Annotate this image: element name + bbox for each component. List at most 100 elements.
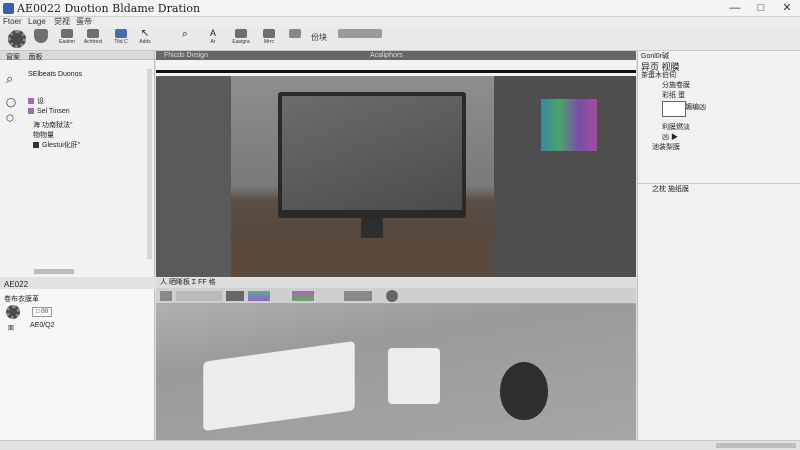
- window-title: AE0022 Duotion Bldame Dration: [17, 2, 201, 15]
- mode-buttons[interactable]: [336, 29, 384, 49]
- circle-icon[interactable]: ◯: [6, 97, 18, 109]
- shield-button[interactable]: [28, 29, 54, 49]
- toolbar: Eadem Achtrest Titd C ↖ Adds ⌕ A Ar Eastgr…: [0, 27, 800, 51]
- ruler-divider: [156, 70, 636, 73]
- value-label: AE0/Q2: [30, 322, 55, 329]
- search-icon[interactable]: ⌕: [6, 71, 24, 89]
- tab-preview[interactable]: 人 晒晰板 Σ FF 格: [160, 278, 216, 288]
- project-panel: 窗案 面板 ⌕ ◯ ⬡ SElbeats Duonos 设 Sel Tinsen…: [0, 51, 155, 277]
- tool-label: Titd C: [114, 39, 128, 45]
- tool-label: Ar: [210, 39, 216, 45]
- grid-icon: [289, 29, 301, 38]
- vertical-scrollbar[interactable]: [147, 69, 152, 259]
- list-item[interactable]: 物物量: [33, 131, 54, 140]
- search-button[interactable]: ⌕: [172, 29, 198, 49]
- toggle-control[interactable]: □ 00: [32, 307, 52, 317]
- frame-button[interactable]: [226, 291, 244, 301]
- preview-toolbar: [156, 288, 636, 304]
- tree-item[interactable]: 利膜燃淡: [662, 123, 690, 132]
- tool-button[interactable]: Eadem: [54, 29, 80, 49]
- gear-button[interactable]: [4, 29, 30, 49]
- panel-tabs: 窗案 面板: [0, 51, 154, 61]
- tool-label: Adds: [139, 39, 151, 45]
- tool-button[interactable]: Eastgra: [228, 29, 254, 49]
- image-icon: [235, 29, 247, 38]
- cursor-icon: ↖: [140, 28, 150, 39]
- tree-item[interactable]: 之枕 施纸膜: [652, 185, 689, 194]
- preview-tabs: 人 晒晰板 Σ FF 格: [156, 278, 636, 288]
- list-item[interactable]: SElbeats Duonos: [28, 70, 82, 79]
- scene-keyboard: [203, 340, 355, 432]
- effects-panel: AE022 卷布衣膜革 □ 00 面 AE0/Q2: [0, 278, 155, 450]
- tool-button[interactable]: A Ar: [200, 29, 226, 49]
- viewer-tabs: Fhicds Dvsign Acaliphors: [156, 51, 636, 60]
- film-icon: [87, 29, 99, 38]
- layer-panel: [156, 76, 231, 277]
- caption-label: 面: [8, 326, 15, 332]
- color-swatches[interactable]: [541, 99, 597, 151]
- close-button[interactable]: ✕: [776, 1, 798, 15]
- gear-icon[interactable]: [6, 305, 20, 319]
- mode-icon: [338, 29, 382, 38]
- list-item[interactable]: 设: [28, 97, 44, 106]
- tab-window[interactable]: 窗案: [6, 54, 20, 61]
- menu-bar: Ftoer Lage 觉视 蛋帝: [0, 17, 800, 27]
- tree-item[interactable]: 分施卷膜: [662, 81, 690, 90]
- menu-item[interactable]: 觉视: [54, 17, 70, 27]
- maximize-button[interactable]: □: [750, 1, 772, 15]
- color-button[interactable]: [292, 291, 314, 301]
- text-icon: A: [209, 28, 216, 38]
- menu-item[interactable]: Lage: [28, 17, 46, 27]
- range-slider[interactable]: [176, 291, 222, 301]
- folder-icon: [33, 142, 39, 149]
- viewer-panel: Fhicds Dvsign Acaliphors: [156, 51, 636, 277]
- horizontal-scrollbar[interactable]: [34, 269, 74, 274]
- list-item[interactable]: 海 功南狱法": [33, 121, 72, 130]
- color-swatch-icon: [28, 98, 34, 105]
- tree-item[interactable]: 彩纸 蛋: [662, 91, 685, 100]
- title-bar: AE0022 Duotion Bldame Dration — □ ✕: [0, 0, 800, 17]
- zoom-field[interactable]: [344, 291, 372, 301]
- divider: [638, 183, 800, 184]
- tool-button[interactable]: Mrrc: [256, 29, 282, 49]
- tool-label: Mrrc: [264, 39, 274, 45]
- scene-numpad: [388, 348, 440, 404]
- zoom-slider[interactable]: [716, 443, 796, 448]
- tool-label: 份块: [311, 33, 327, 42]
- refresh-icon[interactable]: [386, 290, 398, 302]
- layers-icon: [263, 29, 275, 38]
- image-icon[interactable]: [160, 291, 172, 301]
- tool-button[interactable]: ↖ Adds: [132, 29, 158, 49]
- properties-panel: Gonl0r碱 异页 视膜 茶蛋木伯伺 分施卷膜 彩纸 蛋 砸媚编凶 利膜燃淡 …: [637, 51, 800, 440]
- color-button[interactable]: [248, 291, 270, 301]
- tool-label: Eadem: [59, 39, 75, 45]
- tool-button[interactable]: Titd C: [108, 29, 134, 49]
- tool-button[interactable]: Achtrest: [80, 29, 106, 49]
- tool-button[interactable]: 份块: [306, 29, 332, 49]
- tool-label: Eastgra: [232, 39, 250, 45]
- monitor-stand: [361, 218, 383, 238]
- list-item[interactable]: Glestui化肝": [33, 141, 80, 150]
- menu-item[interactable]: 蛋帝: [76, 17, 92, 27]
- preview-thumbnail[interactable]: [662, 101, 686, 117]
- search-icon: ⌕: [181, 28, 189, 40]
- shape-icon[interactable]: ⬡: [6, 113, 18, 125]
- tree-item[interactable]: 池装梨膜: [652, 143, 680, 152]
- list-item[interactable]: Sel Tinsen: [28, 107, 70, 116]
- tab-panel[interactable]: 面板: [29, 54, 43, 61]
- monitor-screen: [282, 96, 462, 210]
- tree-item[interactable]: 凶 ▶: [662, 133, 678, 142]
- minimize-button[interactable]: —: [724, 1, 746, 15]
- timeline-ruler[interactable]: [156, 60, 636, 76]
- menu-item[interactable]: Ftoer: [3, 17, 22, 27]
- tree-item[interactable]: 茶蛋木伯伺: [641, 71, 676, 80]
- grid-button[interactable]: [282, 29, 308, 49]
- tool-label: Achtrest: [83, 39, 103, 45]
- tab-design[interactable]: Fhicds Dvsign: [164, 51, 208, 60]
- gear-icon: [8, 30, 26, 48]
- panel-title: AE022: [4, 280, 29, 289]
- tab-applications[interactable]: Acaliphors: [370, 51, 403, 60]
- color-swatch-icon: [28, 108, 34, 115]
- status-bar: [0, 440, 800, 450]
- film-icon: [61, 29, 73, 38]
